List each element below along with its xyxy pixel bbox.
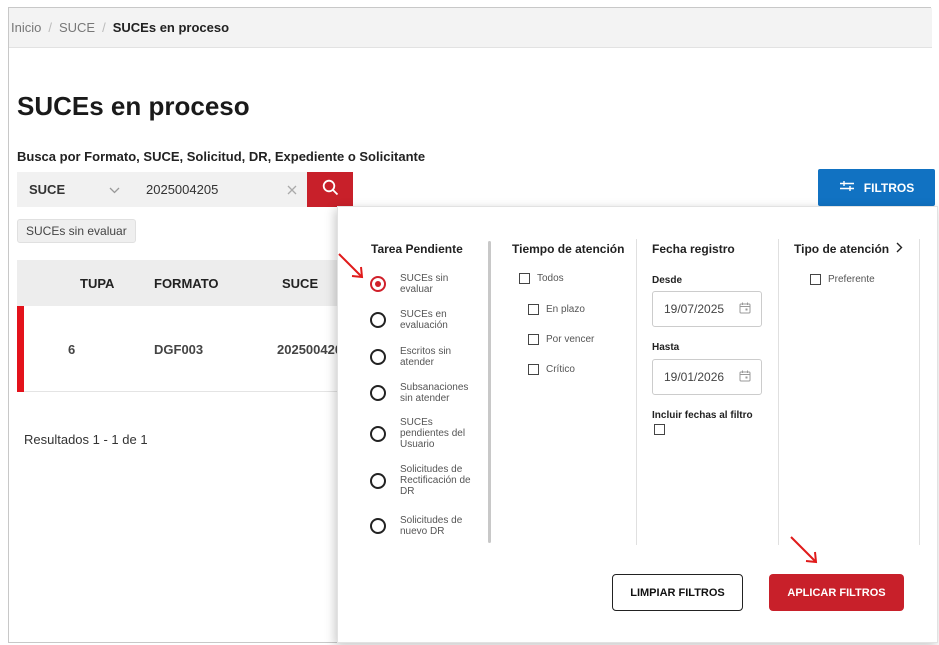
checkbox-label: Por vencer (546, 334, 595, 345)
tipo-title-text: Tipo de atención (794, 242, 890, 256)
column-header-formato[interactable]: FORMATO (154, 276, 219, 291)
radio-button[interactable] (370, 385, 386, 401)
column-divider (778, 239, 779, 545)
radio-button-selected[interactable] (370, 276, 386, 292)
search-type-value: SUCE (29, 182, 66, 197)
hasta-label: Hasta (652, 342, 680, 353)
page-title: SUCEs en proceso (17, 91, 250, 121)
tiempo-title: Tiempo de atención (512, 242, 625, 256)
include-dates-label: Incluir fechas al filtro (652, 410, 753, 421)
clear-icon[interactable] (287, 182, 297, 198)
checkbox-option-por-vencer[interactable]: Por vencer (528, 334, 594, 345)
column-header-suce[interactable]: SUCE (282, 276, 318, 291)
sliders-icon (839, 180, 855, 195)
checkbox-option-critico[interactable]: Crítico (528, 364, 575, 375)
desde-label: Desde (652, 275, 683, 286)
chevron-down-icon (109, 183, 120, 197)
search-icon (322, 179, 339, 201)
radio-option[interactable]: Escritos sin atender (370, 346, 480, 368)
include-dates-checkbox[interactable] (654, 424, 665, 435)
radio-button[interactable] (370, 472, 386, 489)
table-row[interactable]: 6 DGF003 202500420 (17, 306, 347, 392)
checkbox-option-en-plazo[interactable]: En plazo (528, 304, 585, 315)
fecha-title: Fecha registro (652, 242, 735, 256)
checkbox[interactable] (528, 364, 539, 375)
filter-panel: Tarea Pendiente SUCEs sin evaluar SUCEs … (337, 206, 938, 643)
radio-option[interactable]: Solicitudes de Rectificación de DR (370, 464, 480, 497)
clear-filters-button[interactable]: LIMPIAR FILTROS (612, 574, 743, 611)
cell-formato: DGF003 (154, 342, 204, 357)
cell-suce: 202500420 (277, 342, 343, 357)
checkbox[interactable] (528, 334, 539, 345)
filter-chip[interactable]: SUCEs sin evaluar (17, 219, 136, 243)
checkbox[interactable] (810, 274, 821, 285)
date-input-desde[interactable]: 19/07/2025 (652, 291, 762, 327)
radio-button[interactable] (370, 425, 386, 442)
search-label: Busca por Formato, SUCE, Solicitud, DR, … (17, 149, 426, 164)
checkbox[interactable] (519, 273, 530, 284)
chevron-right-icon[interactable] (896, 242, 903, 256)
search-bar: SUCE 2025004205 (17, 172, 353, 207)
status-indicator (17, 306, 24, 392)
breadcrumb-current: SUCEs en proceso (112, 20, 230, 35)
breadcrumb: Inicio / SUCE / SUCEs en proceso (9, 8, 932, 48)
checkbox-label: En plazo (546, 304, 585, 315)
radio-label: SUCEs en evaluación (400, 309, 448, 331)
search-input[interactable]: 2025004205 (132, 172, 307, 207)
radio-label: Solicitudes de Rectificación de DR (400, 464, 471, 497)
checkbox-label: Preferente (828, 274, 875, 285)
arrow-annotation-icon (790, 536, 818, 564)
scrollbar[interactable] (488, 241, 491, 543)
search-input-value: 2025004205 (146, 182, 219, 197)
arrow-annotation-icon (338, 253, 364, 279)
breadcrumb-separator: / (102, 20, 106, 35)
radio-label: SUCEs sin evaluar (400, 273, 449, 295)
search-button[interactable] (307, 172, 353, 207)
column-divider (636, 239, 637, 545)
cell-tupa: 6 (68, 342, 76, 357)
radio-option[interactable]: SUCEs en evaluación (370, 309, 480, 331)
checkbox-label: Crítico (546, 364, 575, 375)
radio-option[interactable]: Solicitudes de nuevo DR (370, 515, 480, 537)
calendar-icon[interactable] (739, 370, 751, 385)
filters-button[interactable]: FILTROS (818, 169, 935, 206)
tipo-title[interactable]: Tipo de atención (794, 242, 903, 256)
checkbox-option-todos[interactable]: Todos (519, 273, 564, 284)
radio-option[interactable]: Subsanaciones sin atender (370, 382, 480, 404)
date-input-hasta[interactable]: 19/01/2026 (652, 359, 762, 395)
radio-option[interactable]: SUCEs pendientes del Usuario (370, 417, 480, 450)
apply-filters-button[interactable]: APLICAR FILTROS (769, 574, 904, 611)
results-count: Resultados 1 - 1 de 1 (24, 432, 148, 447)
radio-button[interactable] (370, 518, 386, 534)
search-type-select[interactable]: SUCE (17, 172, 132, 207)
radio-button[interactable] (370, 312, 386, 328)
radio-label: Solicitudes de nuevo DR (400, 515, 463, 537)
radio-label: Escritos sin atender (400, 346, 452, 368)
checkbox[interactable] (528, 304, 539, 315)
checkbox-label: Todos (537, 273, 564, 284)
breadcrumb-separator: / (48, 20, 52, 35)
date-value: 19/01/2026 (664, 370, 725, 384)
column-header-tupa[interactable]: TUPA (80, 276, 114, 291)
checkbox-option-preferente[interactable]: Preferente (810, 274, 875, 285)
breadcrumb-item-suce[interactable]: SUCE (59, 20, 95, 35)
filters-button-label: FILTROS (863, 180, 915, 195)
tarea-title: Tarea Pendiente (371, 242, 463, 256)
date-value: 19/07/2025 (664, 302, 725, 316)
radio-label: SUCEs pendientes del Usuario (400, 417, 466, 450)
calendar-icon[interactable] (739, 302, 751, 317)
column-divider (919, 239, 920, 545)
radio-option[interactable]: SUCEs sin evaluar (370, 273, 480, 295)
breadcrumb-item-inicio[interactable]: Inicio (11, 20, 41, 35)
radio-label: Subsanaciones sin atender (400, 382, 469, 404)
radio-button[interactable] (370, 349, 386, 365)
table-header: TUPA FORMATO SUCE (17, 260, 347, 306)
